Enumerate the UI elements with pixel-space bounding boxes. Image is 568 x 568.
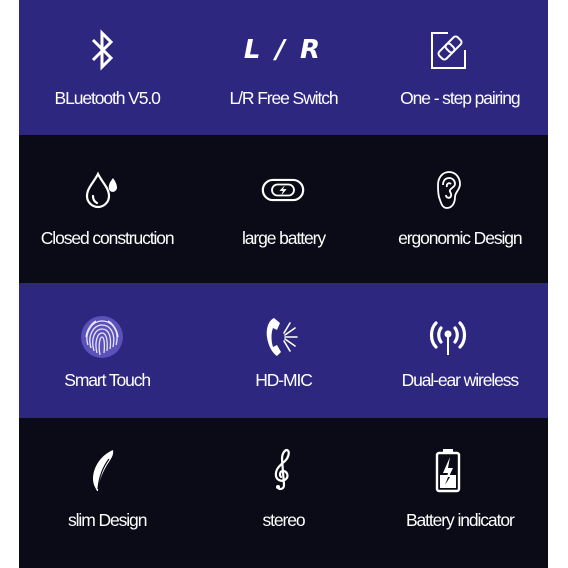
feature-ergonomic-design: ergonomic Design — [372, 135, 548, 283]
feature-label: Smart Touch — [64, 370, 151, 390]
lr-text-icon: L / R — [244, 28, 320, 72]
fingerprint-icon — [80, 315, 124, 359]
feature-lr-switch: L / R L/R Free Switch — [195, 0, 371, 135]
feature-battery-indicator: Battery indicator — [372, 418, 548, 568]
feature-grid: BLuetooth V5.0 L / R L/R Free Switch One… — [19, 0, 548, 568]
feature-stereo: stereo — [195, 418, 371, 568]
feature-label: slim Design — [67, 510, 147, 530]
wireless-antenna-icon — [426, 315, 470, 359]
feature-row-3: Smart Touch HD-MIC Dual-ear wireless — [19, 283, 548, 418]
phone-mic-icon — [261, 315, 305, 359]
feature-label: BLuetooth V5.0 — [54, 88, 161, 108]
feature-row-4: slim Design stereo Battery indicator — [19, 418, 548, 568]
feature-smart-touch: Smart Touch — [19, 283, 195, 418]
bluetooth-icon — [80, 28, 124, 72]
feature-slim-design: slim Design — [19, 418, 195, 568]
feature-closed-construction: Closed construction — [19, 135, 195, 283]
feature-label: Battery indicator — [405, 510, 515, 530]
feature-dual-ear-wireless: Dual-ear wireless — [372, 283, 548, 418]
feature-label: Dual-ear wireless — [401, 370, 520, 390]
feature-row-2: Closed construction large battery ergono… — [19, 135, 548, 283]
ear-icon — [426, 168, 470, 212]
battery-indicator-icon — [426, 448, 470, 493]
feature-label: One - step pairing — [400, 88, 520, 108]
feature-label: HD-MIC — [255, 370, 313, 390]
feature-one-step-pairing: One - step pairing — [372, 0, 548, 135]
feature-label: stereo — [262, 510, 305, 530]
battery-charge-icon — [261, 168, 305, 212]
feature-label: Closed construction — [40, 228, 175, 248]
link-pairing-icon — [426, 28, 470, 72]
treble-clef-icon — [261, 448, 305, 492]
feature-label: L/R Free Switch — [229, 88, 339, 108]
feature-hd-mic: HD-MIC — [195, 283, 371, 418]
water-drop-icon — [80, 168, 124, 212]
feather-icon — [80, 448, 124, 492]
feature-label: large battery — [242, 228, 326, 248]
feature-large-battery: large battery — [195, 135, 371, 283]
feature-label: ergonomic Design — [398, 228, 523, 248]
lr-icon-text: L / R — [243, 35, 324, 65]
feature-bluetooth: BLuetooth V5.0 — [19, 0, 195, 135]
feature-row-1: BLuetooth V5.0 L / R L/R Free Switch One… — [19, 0, 548, 135]
